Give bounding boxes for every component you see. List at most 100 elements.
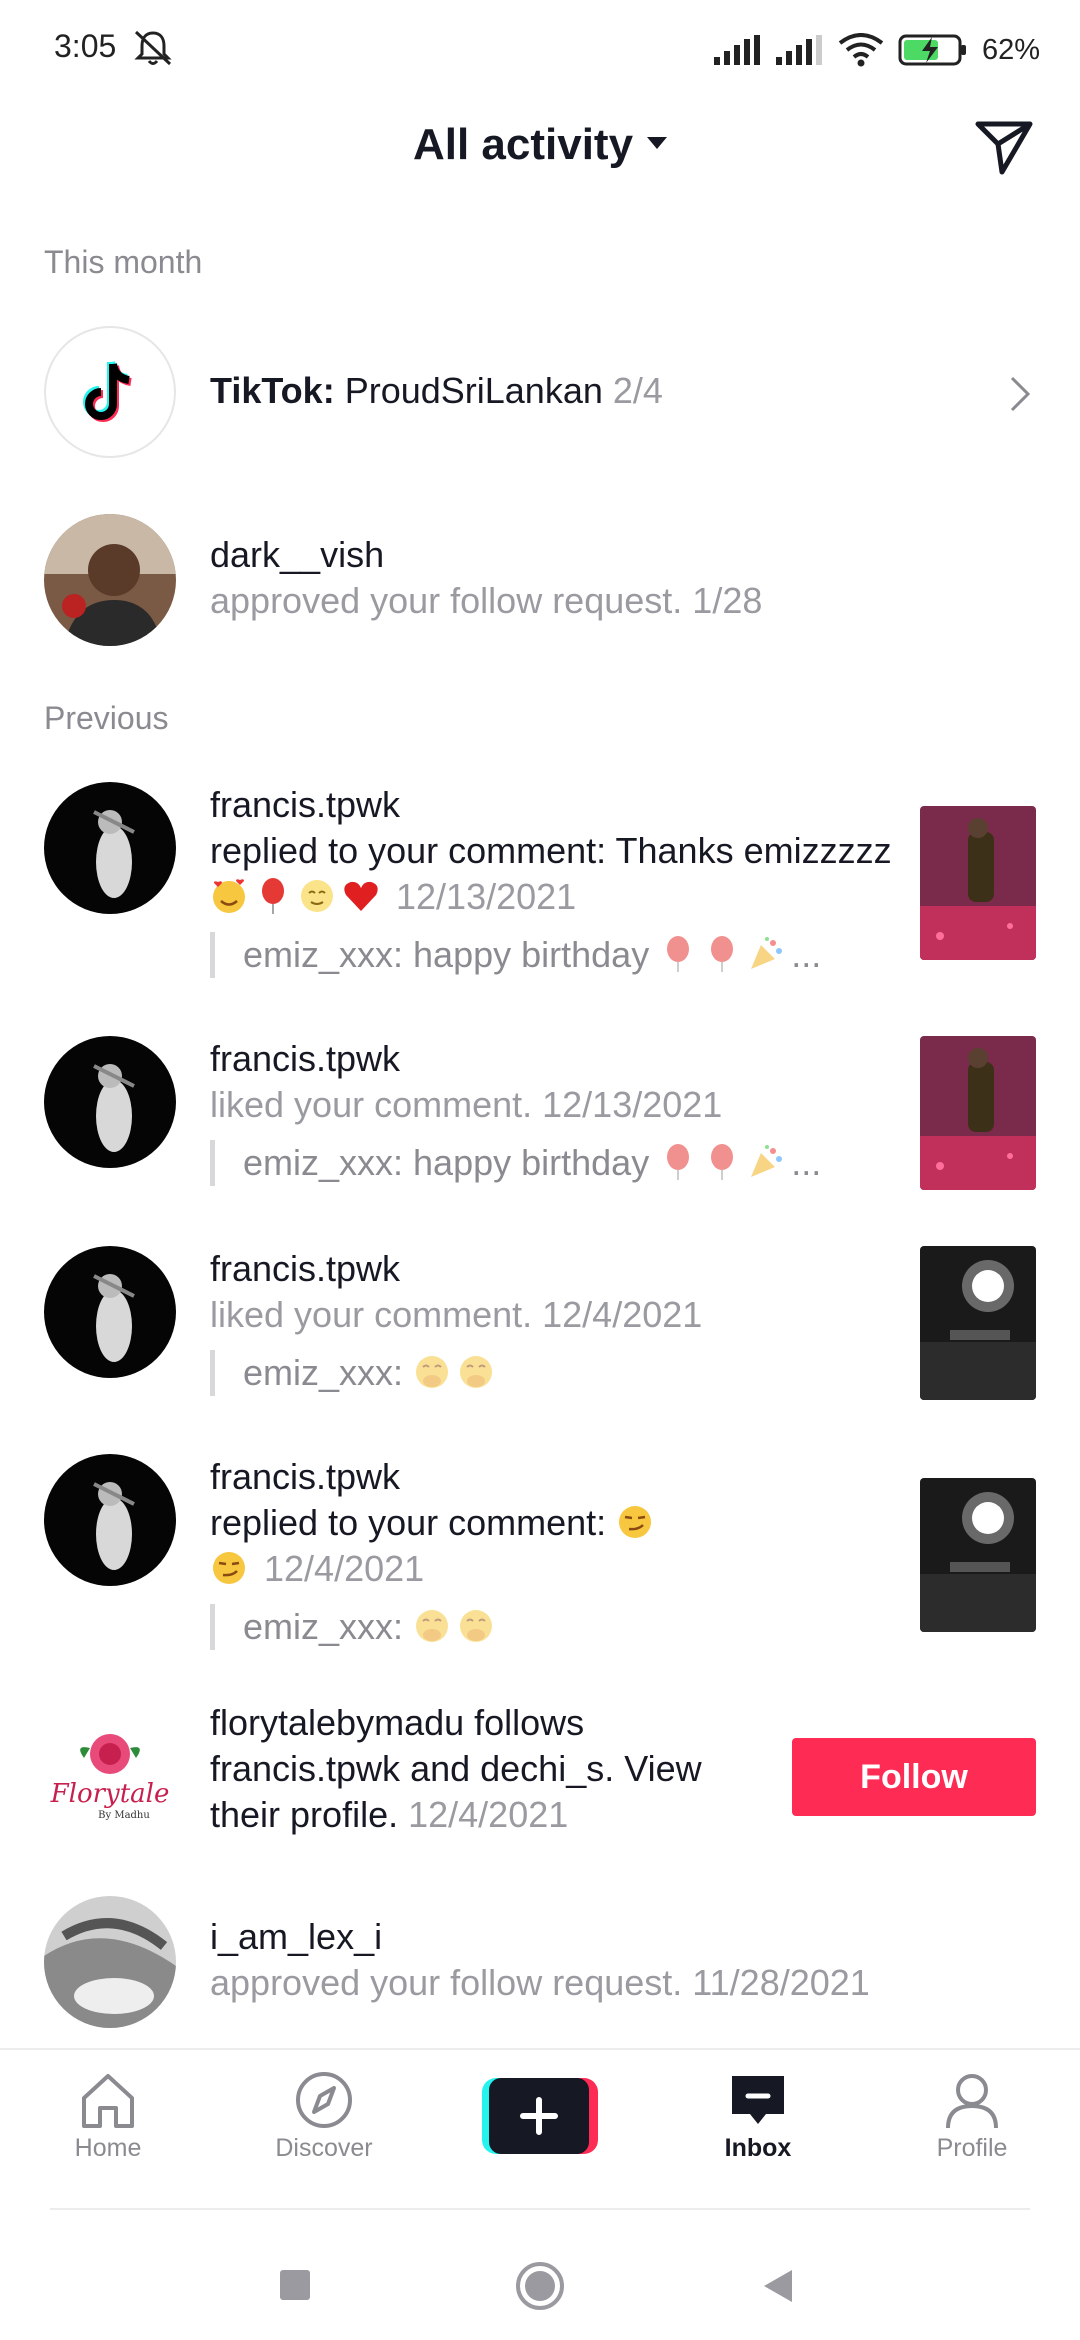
activity-action: liked your comment. <box>210 1084 533 1125</box>
text-fragment: follows <box>464 1702 585 1743</box>
activity-row[interactable]: francis.tpwk replied to your comment: Th… <box>0 782 1080 982</box>
activity-row[interactable]: francis.tpwk replied to your comment: 12… <box>0 1454 1080 1654</box>
username[interactable]: francis.tpwk <box>210 1454 900 1500</box>
activity-action: liked your comment. <box>210 1294 533 1335</box>
avatar[interactable] <box>44 1896 176 2028</box>
wifi-icon <box>838 33 884 67</box>
home-button[interactable] <box>514 2260 566 2312</box>
avatar[interactable] <box>44 1246 176 1378</box>
header: All activity <box>0 96 1080 196</box>
svg-text:Florytale: Florytale <box>50 1779 170 1809</box>
nav-home-label: Home <box>74 2134 142 2162</box>
smiling-face-hearts-emoji <box>213 879 245 913</box>
battery-percent: 62% <box>981 33 1040 66</box>
activity-action: approved your follow request. <box>210 580 683 621</box>
quoted-comment: emiz_xxx: <box>210 1604 900 1650</box>
activity-date: 12/13/2021 <box>542 1084 723 1125</box>
activity-row-approval[interactable]: i_am_lex_i approved your follow request.… <box>0 1896 1080 2032</box>
follow-button[interactable]: Follow <box>792 1738 1036 1816</box>
svg-text:By Madhu: By Madhu <box>98 1810 150 1821</box>
notification-date: 2/4 <box>612 370 663 411</box>
activity-text: i_am_lex_i approved your follow request.… <box>210 1914 1050 2006</box>
hand-over-mouth-emoji <box>460 1610 493 1642</box>
balloon-emoji <box>667 1144 690 1180</box>
smiling-face-emoji <box>301 880 333 912</box>
activity-text: francis.tpwk replied to your comment: Th… <box>210 782 900 978</box>
quoted-comment: emiz_xxx: happy birthday ... <box>210 1140 900 1186</box>
activity-date: 12/4/2021 <box>408 1794 569 1835</box>
nav-inbox[interactable]: Inbox <box>678 2070 838 2163</box>
quoted-comment: emiz_xxx: happy birthday ... <box>210 932 900 978</box>
tiktok-note-icon <box>83 361 132 422</box>
system-nav-bar <box>0 2210 1080 2340</box>
status-bar: 3:05 62% <box>0 0 1080 96</box>
direct-message-icon[interactable] <box>972 114 1036 178</box>
activity-row[interactable]: francis.tpwk liked your comment. 12/13/2… <box>0 1036 1080 1196</box>
video-thumbnail[interactable] <box>920 1246 1036 1400</box>
username[interactable]: francis.tpwk <box>210 782 900 828</box>
section-this-month: This month <box>44 244 203 280</box>
quoted-comment: emiz_xxx: <box>210 1350 900 1396</box>
avatar[interactable] <box>44 782 176 914</box>
username[interactable]: francis.tpwk <box>210 1246 900 1292</box>
activity-row[interactable]: francis.tpwk liked your comment. 12/4/20… <box>0 1246 1080 1406</box>
video-thumbnail[interactable] <box>920 1478 1036 1632</box>
quoted-comment-text: emiz_xxx: happy birthday <box>243 934 650 975</box>
smirking-face-emoji <box>619 1506 652 1538</box>
status-time: 3:05 <box>54 28 117 64</box>
activity-row-approval[interactable]: dark__vish approved your follow request.… <box>0 514 1080 650</box>
party-popper-emoji <box>751 1145 783 1177</box>
nav-discover-label: Discover <box>275 2134 373 2162</box>
create-video-button[interactable] <box>482 2078 598 2154</box>
username[interactable]: dechi_s <box>480 1748 604 1789</box>
tiktok-logo <box>44 326 176 458</box>
nav-discover[interactable]: Discover <box>244 2070 404 2163</box>
username[interactable]: francis.tpwk <box>210 1748 400 1789</box>
activity-action: replied to your comment: Thanks emizzzzz <box>210 830 892 871</box>
video-thumbnail[interactable] <box>920 1036 1036 1190</box>
activity-text: francis.tpwk replied to your comment: 12… <box>210 1454 900 1650</box>
mute-icon <box>134 30 172 66</box>
username[interactable]: florytalebymadu <box>210 1702 464 1743</box>
quoted-comment-text: emiz_xxx: happy birthday <box>243 1142 650 1183</box>
activity-text: florytalebymadu follows francis.tpwk and… <box>210 1700 750 1838</box>
battery-icon <box>898 34 966 66</box>
recents-button[interactable] <box>278 2268 312 2302</box>
nav-home[interactable]: Home <box>28 2070 188 2163</box>
activity-date: 1/28 <box>692 580 763 621</box>
signal-icon-2 <box>775 35 822 65</box>
avatar[interactable] <box>44 514 176 646</box>
balloon-emoji <box>667 936 690 972</box>
system-notification-text: TikTok: ProudSriLankan 2/4 <box>210 368 900 414</box>
system-notification-row[interactable]: TikTok: ProudSriLankan 2/4 <box>0 326 1080 462</box>
activity-text: francis.tpwk liked your comment. 12/4/20… <box>210 1246 900 1396</box>
follow-suggestion-row[interactable]: Florytale By Madhu florytalebymadu follo… <box>0 1700 1080 1850</box>
compass-icon <box>296 2072 352 2128</box>
activity-date: 12/4/2021 <box>542 1294 703 1335</box>
quoted-comment-text: emiz_xxx: <box>243 1606 404 1647</box>
username[interactable]: dark__vish <box>210 532 900 578</box>
chevron-right-icon <box>1010 376 1031 412</box>
video-thumbnail[interactable] <box>920 806 1036 960</box>
bottom-nav: Home Discover Inbox Profile <box>0 2048 1080 2208</box>
signal-icon <box>713 35 760 65</box>
avatar[interactable]: Florytale By Madhu <box>44 1714 176 1846</box>
username[interactable]: i_am_lex_i <box>210 1914 1050 1960</box>
sender-label: TikTok: <box>210 370 335 411</box>
nav-profile[interactable]: Profile <box>892 2070 1052 2163</box>
balloon-emoji <box>262 878 284 914</box>
quoted-comment-text: emiz_xxx: <box>243 1352 404 1393</box>
text-fragment: and <box>400 1748 481 1789</box>
activity-action: approved your follow request. <box>210 1962 683 2003</box>
back-button[interactable] <box>760 2266 796 2306</box>
activity-text: dark__vish approved your follow request.… <box>210 532 900 624</box>
nav-inbox-label: Inbox <box>724 2134 792 2162</box>
section-previous: Previous <box>44 700 169 736</box>
activity-filter-dropdown[interactable]: All activity <box>0 120 1080 170</box>
smirking-face-emoji <box>213 1552 245 1584</box>
party-popper-emoji <box>751 937 783 969</box>
red-heart-emoji <box>344 881 378 911</box>
avatar[interactable] <box>44 1454 176 1586</box>
username[interactable]: francis.tpwk <box>210 1036 900 1082</box>
avatar[interactable] <box>44 1036 176 1168</box>
